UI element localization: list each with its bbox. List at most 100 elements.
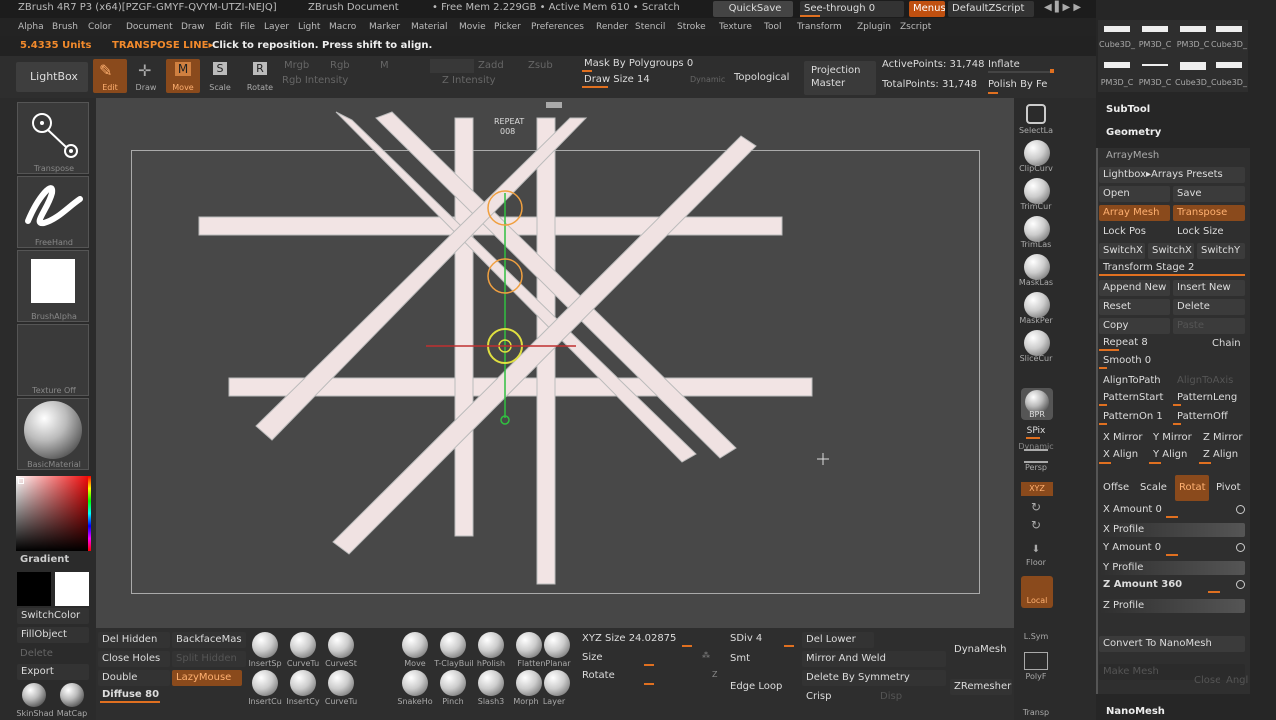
menu-draw[interactable]: Draw: [181, 22, 205, 32]
switchy-button[interactable]: SwitchY: [1197, 243, 1245, 259]
move-button[interactable]: M Move: [166, 59, 200, 93]
dynamic-toggle[interactable]: Dynamic: [690, 75, 725, 84]
split-hidden-button[interactable]: Split Hidden: [172, 651, 246, 667]
x-align-button[interactable]: X Align: [1099, 447, 1147, 463]
mirror-and-weld-button[interactable]: Mirror And Weld: [802, 651, 946, 667]
copy-button[interactable]: Copy: [1099, 318, 1170, 334]
z-align-button[interactable]: Z Align: [1199, 447, 1249, 463]
tool-thumb-2[interactable]: [1142, 26, 1168, 32]
menu-stencil[interactable]: Stencil: [635, 22, 665, 32]
material-button[interactable]: BasicMaterial: [17, 398, 89, 470]
menu-transform[interactable]: Transform: [797, 22, 842, 32]
fillobject-button[interactable]: FillObject: [17, 627, 89, 643]
hpolish-brush-icon[interactable]: [478, 632, 504, 658]
double-button[interactable]: Double: [98, 670, 170, 686]
menu-tool[interactable]: Tool: [764, 22, 781, 32]
clay-buildup-brush-icon[interactable]: [440, 632, 466, 658]
delete-stage-button[interactable]: Delete: [1173, 299, 1245, 315]
main-color-swatch[interactable]: [55, 572, 89, 606]
mask-perfect-icon[interactable]: [1024, 292, 1050, 318]
align-to-axis-button[interactable]: AlignToAxis: [1173, 373, 1245, 389]
menu-layer[interactable]: Layer: [264, 22, 289, 32]
y-amount-slider[interactable]: Y Amount 0: [1099, 541, 1235, 555]
color-cursor[interactable]: [18, 478, 24, 484]
geometry-header[interactable]: Geometry: [1106, 127, 1161, 138]
secondary-color-swatch[interactable]: [17, 572, 51, 606]
menu-light[interactable]: Light: [298, 22, 320, 32]
menu-file[interactable]: File: [240, 22, 255, 32]
polyf-button[interactable]: PolyF: [1014, 672, 1058, 681]
mask-by-polygroups-slider[interactable]: Mask By Polygroups 0: [580, 57, 726, 71]
menu-marker[interactable]: Marker: [369, 22, 400, 32]
floor-button[interactable]: Floor: [1014, 558, 1058, 567]
menu-texture[interactable]: Texture: [719, 22, 752, 32]
pattern-on-slider[interactable]: PatternOn 1: [1099, 410, 1171, 424]
matcap-material-icon[interactable]: [60, 683, 84, 707]
rotate-y-icon[interactable]: ↻: [1014, 500, 1058, 514]
rotate-button[interactable]: R Rotate: [243, 59, 277, 93]
lazymouse-button[interactable]: LazyMouse: [172, 670, 242, 686]
x-profile-curve[interactable]: X Profile: [1099, 523, 1245, 537]
morph-brush-icon[interactable]: [516, 670, 542, 696]
lock-pos-button[interactable]: Lock Pos: [1099, 224, 1170, 240]
switchx-button[interactable]: SwitchX: [1099, 243, 1145, 259]
inflate-slider[interactable]: Inflate: [988, 59, 1020, 70]
curve-tube-2-brush-icon[interactable]: [328, 670, 354, 696]
menu-preferences[interactable]: Preferences: [531, 22, 584, 32]
mask-lasso-icon[interactable]: [1024, 254, 1050, 280]
angle-button[interactable]: Angle: [1222, 673, 1248, 689]
export-button[interactable]: Export: [17, 664, 89, 680]
pattern-start-slider[interactable]: PatternStart: [1099, 391, 1171, 405]
insert-new-button[interactable]: Insert New: [1173, 280, 1245, 296]
x-mirror-button[interactable]: X Mirror: [1099, 430, 1147, 446]
backface-mask-button[interactable]: BackfaceMas: [172, 632, 246, 648]
z-amount-reset-icon[interactable]: [1236, 580, 1245, 589]
paste-button[interactable]: Paste: [1173, 318, 1245, 334]
tool-thumb-5[interactable]: [1104, 62, 1130, 68]
delete-button[interactable]: Delete: [20, 648, 53, 659]
switchcolor-button[interactable]: SwitchColor: [17, 608, 89, 624]
z-mirror-button[interactable]: Z Mirror: [1199, 430, 1249, 446]
lightbox-button[interactable]: LightBox: [16, 62, 88, 92]
repeat-slider[interactable]: Repeat 8: [1099, 336, 1199, 350]
insert-cylinder-brush-icon[interactable]: [290, 670, 316, 696]
xyz-rotate-button[interactable]: XYZ: [1021, 482, 1053, 496]
texture-button[interactable]: Texture Off: [17, 324, 89, 396]
trim-lasso-icon[interactable]: [1024, 216, 1050, 242]
edit-button[interactable]: ✎ Edit: [93, 59, 127, 93]
pattern-length-slider[interactable]: PatternLeng: [1173, 391, 1245, 405]
curve-strap-brush-icon[interactable]: [328, 632, 354, 658]
planar-brush-icon[interactable]: [544, 632, 570, 658]
array-mesh-toggle[interactable]: Array Mesh: [1099, 205, 1170, 221]
open-button[interactable]: Open: [1099, 186, 1170, 202]
menu-zscript[interactable]: Zscript: [900, 22, 931, 32]
del-lower-button[interactable]: Del Lower: [802, 632, 874, 648]
zremesher-button[interactable]: ZRemesher: [950, 679, 1012, 695]
delete-by-symmetry-button[interactable]: Delete By Symmetry: [802, 670, 946, 686]
pivot-tab[interactable]: Pivot: [1212, 475, 1248, 501]
transpose-toggle[interactable]: Transpose: [1173, 205, 1245, 221]
x-amount-slider[interactable]: X Amount 0: [1099, 503, 1235, 517]
del-hidden-button[interactable]: Del Hidden: [98, 632, 170, 648]
arraymesh-header[interactable]: ArrayMesh: [1106, 150, 1159, 161]
menus-button[interactable]: Menus: [909, 1, 945, 17]
lsym-button[interactable]: L.Sym: [1014, 632, 1058, 641]
document-canvas[interactable]: REPEAT 008: [96, 98, 1014, 628]
nav-arrows-icon[interactable]: ◀ ▌▶ ▶: [1044, 2, 1081, 13]
chain-button[interactable]: Chain: [1208, 336, 1248, 352]
tool-thumb-3[interactable]: [1180, 26, 1206, 32]
slash3-brush-icon[interactable]: [478, 670, 504, 696]
tool-thumb-7[interactable]: [1180, 62, 1206, 70]
disp-button[interactable]: Disp: [876, 689, 946, 705]
tool-thumb-6[interactable]: [1142, 64, 1168, 66]
layer-brush-icon[interactable]: [544, 670, 570, 696]
z-profile-curve[interactable]: Z Profile: [1099, 599, 1245, 613]
polish-by-features-slider[interactable]: Polish By Fe: [988, 79, 1047, 90]
edge-loop-button[interactable]: Edge Loop: [726, 679, 798, 695]
draw-button[interactable]: ✛ Draw: [130, 59, 162, 93]
bpr-button[interactable]: BPR: [1021, 388, 1053, 420]
save-button[interactable]: Save: [1173, 186, 1245, 202]
menu-picker[interactable]: Picker: [494, 22, 521, 32]
transpose-tool-button[interactable]: Transpose: [17, 102, 89, 174]
mrgb-button[interactable]: Mrgb: [284, 60, 309, 71]
